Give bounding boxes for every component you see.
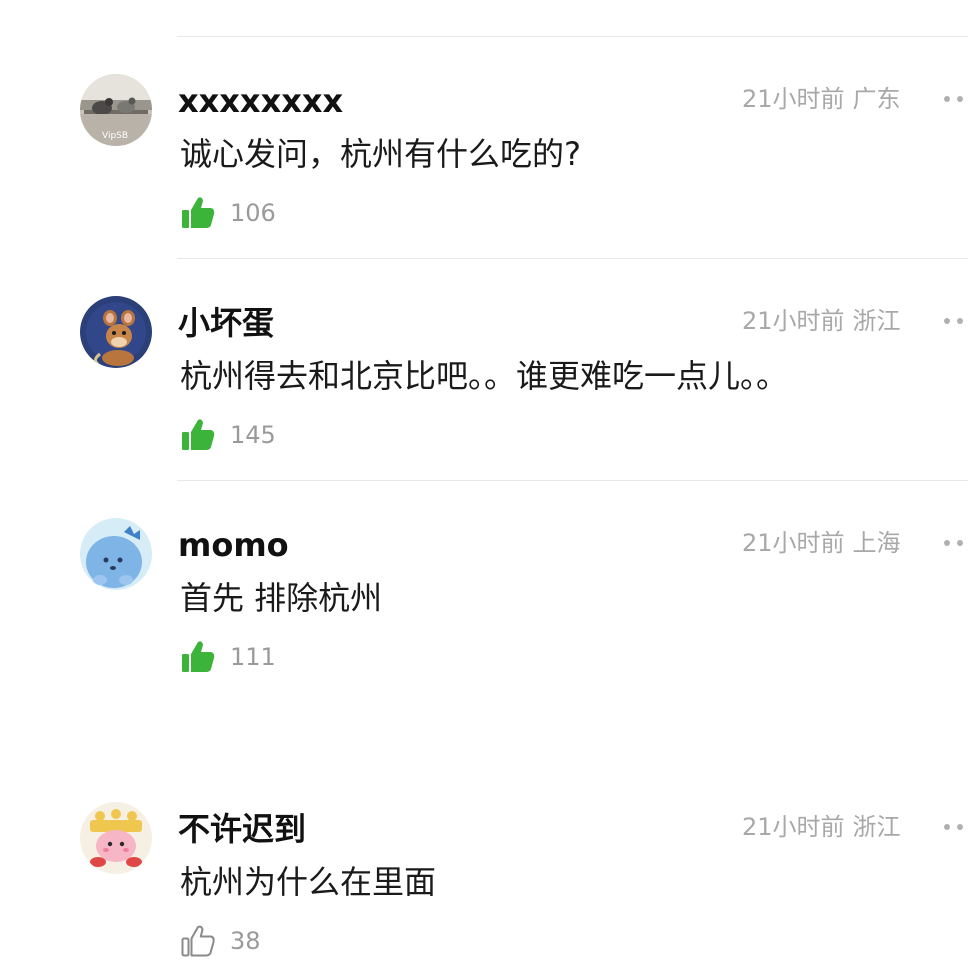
comment-time: 21小时前: [742, 529, 845, 557]
username[interactable]: 不许迟到: [178, 810, 306, 848]
comment-time: 21小时前: [742, 307, 845, 335]
like-count: 145: [230, 421, 276, 449]
like-count: 111: [230, 643, 276, 671]
thumbs-up-filled-icon: [182, 197, 215, 228]
more-options-icon[interactable]: [944, 538, 968, 548]
thumbs-up-filled-icon: [182, 419, 215, 450]
username[interactable]: xxxxxxxx: [178, 82, 343, 120]
comment-text: 诚心发问，杭州有什么吃的?: [180, 135, 581, 173]
comment-divider: [177, 480, 968, 481]
more-options-icon[interactable]: [944, 94, 968, 104]
thumbs-up-outline-icon: [181, 925, 215, 957]
pigeon-photo-avatar-icon: VipSB: [80, 74, 152, 146]
comment-location: 浙江: [852, 307, 901, 335]
comment-time: 21小时前: [742, 85, 845, 113]
top-divider: [177, 36, 968, 37]
comment-location: 浙江: [852, 813, 901, 841]
comment-time: 21小时前: [742, 813, 845, 841]
like-count: 106: [230, 199, 276, 227]
comment-text: 杭州为什么在里面: [180, 863, 437, 901]
blue-dinosaur-avatar-icon: [80, 518, 152, 590]
more-options-icon[interactable]: [944, 822, 968, 832]
avatar[interactable]: [80, 296, 152, 368]
comment-text: 首先 排除杭州: [180, 579, 383, 617]
like-button[interactable]: 111: [180, 639, 276, 675]
comment-location: 广东: [852, 85, 901, 113]
comment-meta: 21小时前 浙江: [742, 812, 901, 842]
svg-text:VipSB: VipSB: [102, 131, 128, 141]
thumbs-up-filled-icon: [182, 641, 215, 672]
comment-divider: [177, 258, 968, 259]
kirby-cake-avatar-icon: [80, 802, 152, 874]
cartoon-mouse-avatar-icon: [80, 296, 152, 368]
comment-meta: 21小时前 浙江: [742, 306, 901, 336]
like-button[interactable]: 38: [180, 923, 261, 959]
like-count: 38: [230, 927, 261, 955]
comment-meta: 21小时前 广东: [742, 84, 901, 114]
comment-text: 杭州得去和北京比吧。。谁更难吃一点儿。。: [180, 357, 789, 395]
comment-location: 上海: [852, 529, 901, 557]
avatar[interactable]: VipSB: [80, 74, 152, 146]
username[interactable]: momo: [178, 526, 289, 564]
like-button[interactable]: 106: [180, 195, 276, 231]
like-button[interactable]: 145: [180, 417, 276, 453]
comment-meta: 21小时前 上海: [742, 528, 901, 558]
avatar[interactable]: [80, 518, 152, 590]
avatar[interactable]: [80, 802, 152, 874]
username[interactable]: 小坏蛋: [178, 304, 274, 342]
more-options-icon[interactable]: [944, 316, 968, 326]
